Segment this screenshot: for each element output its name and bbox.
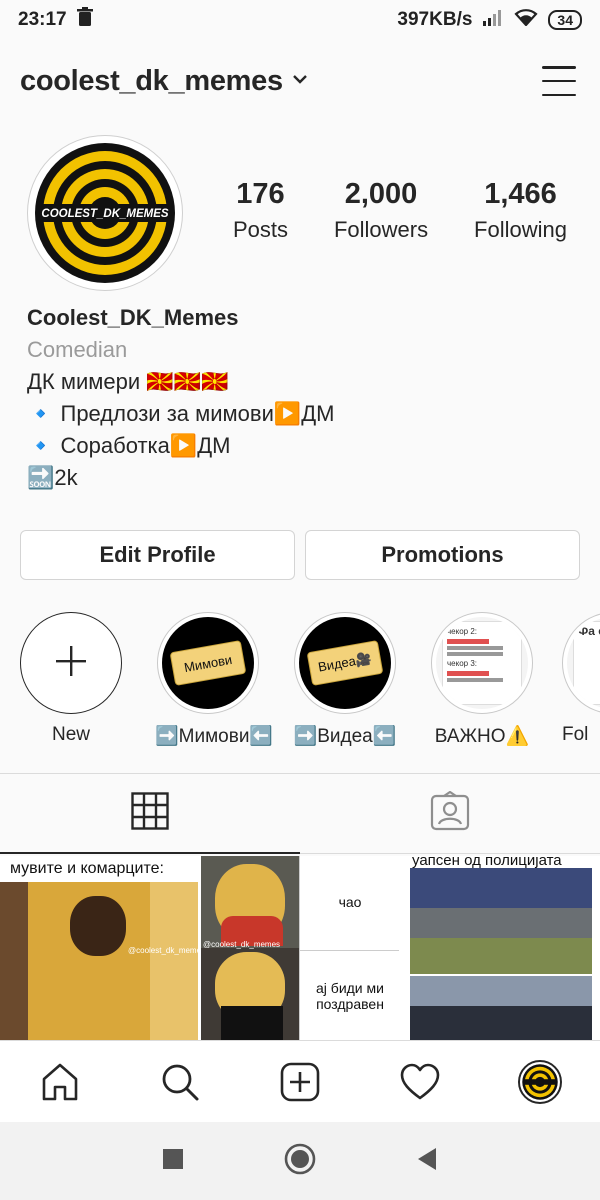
battery-indicator: 34 (548, 10, 582, 30)
tab-tagged[interactable] (300, 774, 600, 854)
logo-icon: COOLEST_DK_MEMES (35, 143, 175, 283)
highlight-label: Fol (562, 724, 589, 745)
new-post-icon[interactable] (270, 1052, 330, 1112)
add-highlight-button[interactable] (20, 612, 122, 714)
category-label: Comedian (27, 337, 128, 362)
posts-stat[interactable]: 176 Posts (233, 178, 288, 243)
home-icon[interactable] (30, 1052, 90, 1112)
highlight-label: New (51, 724, 90, 745)
bio-line: 🔹 Соработка▶️ДМ (27, 433, 231, 458)
highlight-new[interactable]: New (18, 612, 124, 746)
bottom-navigation (0, 1040, 600, 1122)
followers-label: Followers (333, 217, 429, 242)
net-speed: 397KB/s (397, 9, 473, 30)
heart-icon[interactable] (390, 1052, 450, 1112)
logo-text: COOLEST_DK_MEMES (41, 208, 168, 220)
highlight-label: ➡️Видеа⬅️ (293, 726, 397, 747)
followers-stat[interactable]: 2,000 Followers (334, 178, 428, 243)
following-count: 1,466 (484, 178, 557, 210)
wifi-icon (514, 8, 538, 32)
tag-icon: Видеа🎥 (306, 640, 384, 686)
tagged-person-icon (430, 790, 470, 836)
profile-bio: Coolest_DK_Memes Comedian ДК мимери 🇲🇰🇲🇰… (27, 302, 587, 494)
highlight-label: ➡️Мимови⬅️ (155, 726, 274, 747)
avatar (518, 1059, 562, 1104)
grid-icon (131, 791, 169, 835)
recents-icon[interactable] (162, 1148, 184, 1175)
meme-text: ај биди ми поздравен (316, 980, 384, 1012)
account-switcher[interactable]: coolest_dk_memes (20, 65, 307, 98)
watermark: @coolest_dk_memes (128, 946, 198, 955)
chevron-down-icon (292, 72, 307, 90)
following-stat[interactable]: 1,466 Following (474, 178, 567, 243)
bio-line: 🔜2k (27, 465, 78, 490)
meme-text: чао (338, 894, 362, 910)
highlight-label: ВАЖНО⚠️ (434, 726, 530, 747)
clock: 23:17 (18, 9, 67, 30)
post-caption: мувите и комарците: (10, 860, 164, 877)
plus-icon (54, 639, 88, 687)
posts-grid: мувите и комарците: @coolest_dk_memes @c… (0, 856, 600, 1040)
tag-icon: Мимови (169, 640, 247, 686)
document-thumbnail: чекор 2: чекор 3: (442, 621, 522, 705)
status-bar: 23:17 397KB/s 34 (0, 0, 600, 40)
promotions-button[interactable]: Promotions (305, 530, 580, 580)
bio-line: ДК мимери 🇲🇰🇲🇰🇲🇰 (27, 369, 229, 394)
posts-label: Posts (232, 217, 288, 242)
search-icon[interactable] (150, 1052, 210, 1112)
profile-stats: 176 Posts 2,000 Followers 1,466 Followin… (210, 178, 590, 243)
post-thumbnail[interactable]: уапсен од полицијата (402, 856, 600, 1040)
username: coolest_dk_memes (20, 64, 283, 97)
tab-posts-grid[interactable] (0, 774, 300, 854)
hamburger-menu-icon[interactable] (542, 66, 576, 96)
signal-icon (482, 8, 504, 32)
edit-profile-button[interactable]: Edit Profile (20, 530, 295, 580)
back-icon[interactable] (416, 1147, 438, 1176)
highlight-follow[interactable]: Фа сл Fol (562, 612, 600, 746)
highlight-videa[interactable]: Видеа🎥 ➡️Видеа⬅️ (292, 612, 398, 748)
profile-tab[interactable] (510, 1052, 570, 1112)
post-thumbnail[interactable]: @coolest_dk_memes чао ај биди ми поздрав… (201, 856, 399, 1040)
following-label: Following (474, 217, 567, 242)
display-name: Coolest_DK_Memes (27, 305, 239, 330)
profile-avatar[interactable]: COOLEST_DK_MEMES (27, 135, 183, 291)
logo-icon (522, 1063, 558, 1100)
highlight-vazhno[interactable]: чекор 2: чекор 3: ВАЖНО⚠️ (429, 612, 535, 748)
posts-count: 176 (236, 178, 285, 210)
system-navigation-bar (0, 1122, 600, 1200)
watermark: @coolest_dk_memes (203, 940, 281, 949)
bio-line: 🔹 Предлози за мимови▶️ДМ (27, 401, 335, 426)
trash-icon (76, 7, 93, 33)
profile-header: coolest_dk_memes (0, 48, 600, 114)
post-thumbnail[interactable]: мувите и комарците: @coolest_dk_memes (0, 856, 198, 1040)
followers-count: 2,000 (344, 178, 418, 210)
document-thumbnail: Фа сл (573, 621, 600, 705)
highlight-mimovi[interactable]: Мимови ➡️Мимови⬅️ (155, 612, 274, 748)
home-button-icon[interactable] (284, 1143, 316, 1180)
